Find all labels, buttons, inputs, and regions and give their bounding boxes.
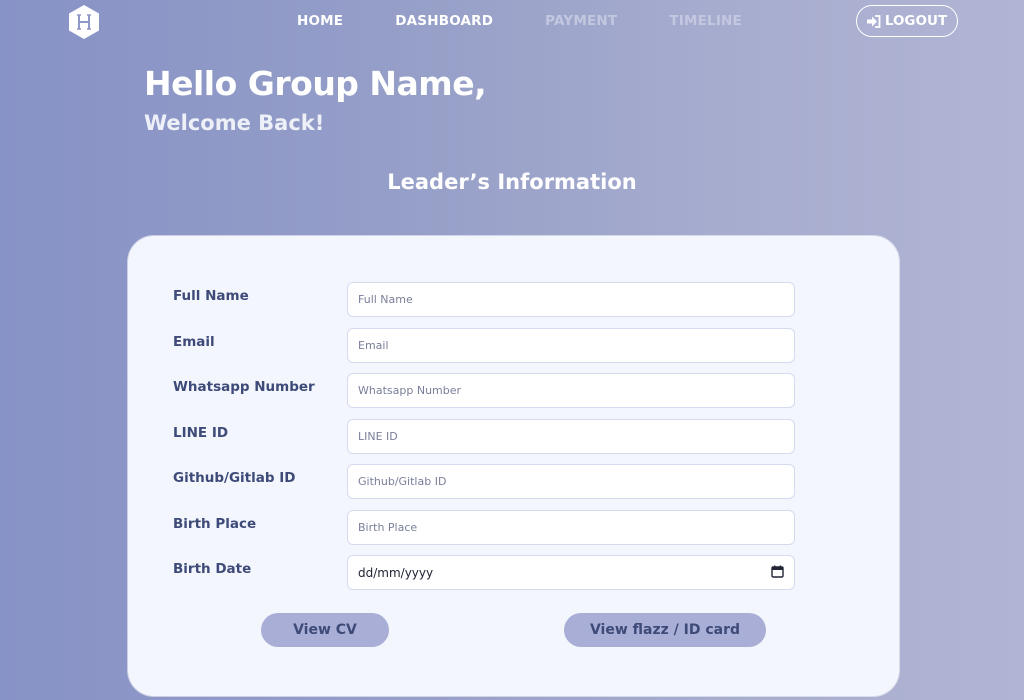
calendar-icon[interactable] xyxy=(771,565,784,581)
full-name-input[interactable] xyxy=(347,282,795,317)
birth-date-row: Birth Date dd/mm/yyyy xyxy=(173,555,795,590)
nav-home-link[interactable]: HOME xyxy=(297,13,343,31)
birth-place-row: Birth Place xyxy=(173,510,795,545)
line-id-row: LINE ID xyxy=(173,419,795,454)
whatsapp-label: Whatsapp Number xyxy=(173,379,315,395)
github-row: Github/Gitlab ID xyxy=(173,464,795,499)
hexagon-h-logo-icon[interactable] xyxy=(67,4,101,40)
full-name-label: Full Name xyxy=(173,288,249,304)
birth-place-input[interactable] xyxy=(347,510,795,545)
view-id-card-button[interactable]: View flazz / ID card xyxy=(564,613,766,647)
birth-date-value: dd/mm/yyyy xyxy=(358,565,434,580)
birth-date-input[interactable]: dd/mm/yyyy xyxy=(347,555,795,590)
email-row: Email xyxy=(173,328,795,363)
welcome-subtitle: Welcome Back! xyxy=(144,111,325,135)
nav-dashboard-link[interactable]: DASHBOARD xyxy=(395,13,493,31)
logout-label: LOGOUT xyxy=(884,13,948,29)
line-id-input[interactable] xyxy=(347,419,795,454)
birth-date-label: Birth Date xyxy=(173,561,252,577)
email-input[interactable] xyxy=(347,328,795,363)
github-label: Github/Gitlab ID xyxy=(173,470,296,486)
email-label: Email xyxy=(173,334,215,350)
leader-info-card: Full Name Email Whatsapp Number LINE ID … xyxy=(128,236,899,696)
birth-place-label: Birth Place xyxy=(173,516,257,532)
view-cv-button[interactable]: View CV xyxy=(261,613,389,647)
whatsapp-row: Whatsapp Number xyxy=(173,373,795,408)
logout-button[interactable]: LOGOUT xyxy=(856,5,958,37)
github-input[interactable] xyxy=(347,464,795,499)
nav-links: HOME DASHBOARD PAYMENT TIMELINE xyxy=(297,13,794,31)
whatsapp-input[interactable] xyxy=(347,373,795,408)
greeting-heading: Hello Group Name, xyxy=(144,64,487,103)
nav-timeline-link[interactable]: TIMELINE xyxy=(669,13,742,31)
top-navbar: HOME DASHBOARD PAYMENT TIMELINE LOGOUT xyxy=(0,0,1024,44)
section-title: Leader’s Information xyxy=(387,170,637,194)
nav-payment-link[interactable]: PAYMENT xyxy=(545,13,617,31)
full-name-row: Full Name xyxy=(173,282,795,317)
sign-out-icon xyxy=(866,14,881,28)
line-id-label: LINE ID xyxy=(173,425,229,441)
